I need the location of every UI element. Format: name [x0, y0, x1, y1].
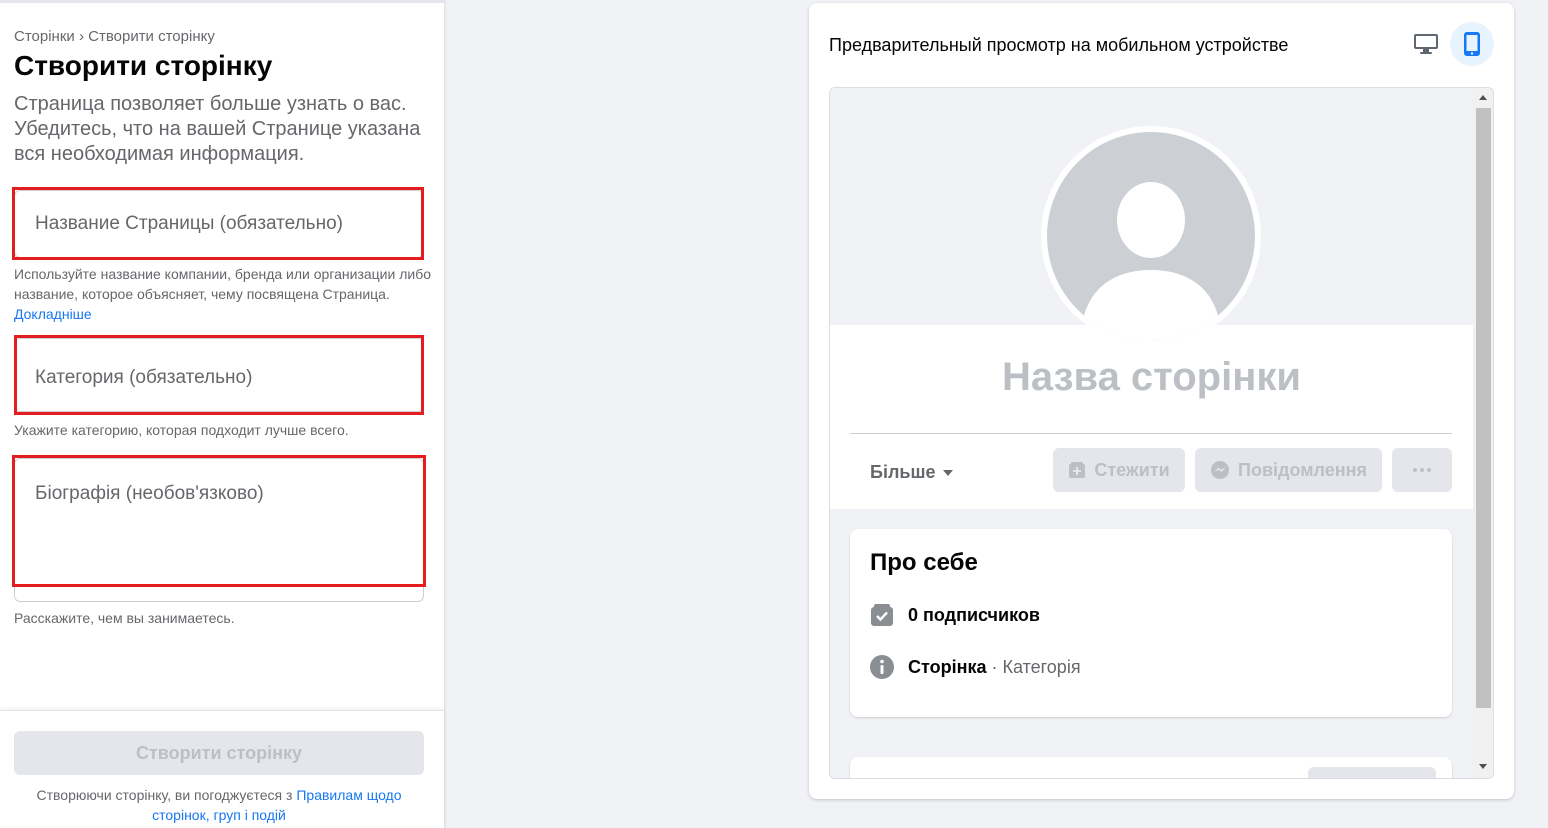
form-footer: Створити сторінку Створюючи сторінку, ви…: [0, 710, 444, 828]
create-page-button[interactable]: Створити сторінку: [14, 731, 424, 775]
next-card-button: [1308, 767, 1436, 778]
follow-button[interactable]: Стежити: [1053, 448, 1185, 492]
terms-text: Створюючи сторінку, ви погоджуєтеся з Пр…: [14, 785, 424, 825]
message-button[interactable]: Повідомлення: [1195, 448, 1382, 492]
category-separator: ·: [986, 656, 1003, 677]
messenger-icon: [1211, 461, 1230, 479]
page-title: Створити сторінку: [14, 50, 273, 81]
breadcrumb-separator: ›: [78, 28, 84, 45]
about-card: Про себе 0 подписчиков Сторінка · Катего…: [850, 529, 1452, 717]
info-icon: [870, 655, 894, 679]
mobile-preview-frame: Назва сторінки Більше Стежити Повідомлен…: [829, 87, 1494, 779]
more-label: Більше: [870, 462, 936, 482]
highlight-box-bio: [12, 455, 426, 587]
mobile-preview-button[interactable]: [1450, 22, 1494, 66]
about-title: Про себе: [870, 549, 978, 576]
profile-divider: [850, 433, 1452, 434]
scroll-down-icon[interactable]: [1479, 764, 1487, 769]
create-page-panel: Сторінки › Створити сторінку Створити ст…: [0, 0, 444, 828]
highlight-box-name: [12, 187, 424, 260]
ellipsis-icon: [1413, 468, 1431, 472]
highlight-box-category: [14, 335, 424, 415]
category-label: Категорія: [1002, 656, 1081, 677]
page-name-hint-text: Используйте название компании, бренда ил…: [14, 266, 432, 302]
top-divider: [0, 0, 444, 3]
next-card: [850, 757, 1452, 778]
page-type-label: Сторінка: [908, 656, 987, 677]
desktop-icon: [1414, 34, 1438, 54]
page-name-hint: Используйте название компании, бренда ил…: [14, 264, 434, 324]
terms-prefix: Створюючи сторінку, ви погоджуєтеся з: [36, 787, 293, 803]
scroll-thumb[interactable]: [1476, 108, 1491, 708]
followers-count: 0 подписчиков: [908, 604, 1040, 625]
category-hint: Укажите категорию, которая подходит лучш…: [14, 422, 349, 438]
more-dropdown[interactable]: Більше: [870, 462, 954, 483]
intro-text: Страница позволяет больше узнать о вас. …: [14, 93, 421, 165]
caret-down-icon: [943, 469, 954, 476]
preview-card: Предварительный просмотр на мобильном ус…: [809, 3, 1514, 799]
preview-page-name: Назва сторінки: [1002, 355, 1301, 399]
more-options-button[interactable]: [1392, 448, 1452, 492]
breadcrumb-current: Створити сторінку: [88, 28, 215, 45]
followers-row: 0 подписчиков: [870, 603, 1040, 627]
message-label: Повідомлення: [1238, 459, 1367, 480]
profile-avatar: [1041, 126, 1261, 346]
followers-check-icon: [871, 604, 893, 626]
category-row: Сторінка · Категорія: [870, 655, 1081, 679]
desktop-preview-button[interactable]: [1404, 22, 1448, 66]
preview-title: Предварительный просмотр на мобильном ус…: [829, 35, 1289, 55]
follow-icon: [1069, 462, 1086, 478]
default-avatar-icon: [1047, 132, 1255, 340]
follow-label: Стежити: [1094, 459, 1170, 480]
mobile-icon: [1464, 32, 1480, 56]
preview-scrollbar[interactable]: [1473, 88, 1493, 778]
learn-more-link[interactable]: Докладніше: [14, 306, 92, 322]
breadcrumb-pages-link[interactable]: Сторінки: [14, 28, 75, 45]
bio-hint: Расскажите, чем вы занимаетесь.: [14, 610, 235, 626]
profile-header: Назва сторінки Більше Стежити Повідомлен…: [830, 325, 1473, 509]
breadcrumb: Сторінки › Створити сторінку: [14, 28, 215, 45]
scroll-up-icon[interactable]: [1479, 95, 1487, 100]
